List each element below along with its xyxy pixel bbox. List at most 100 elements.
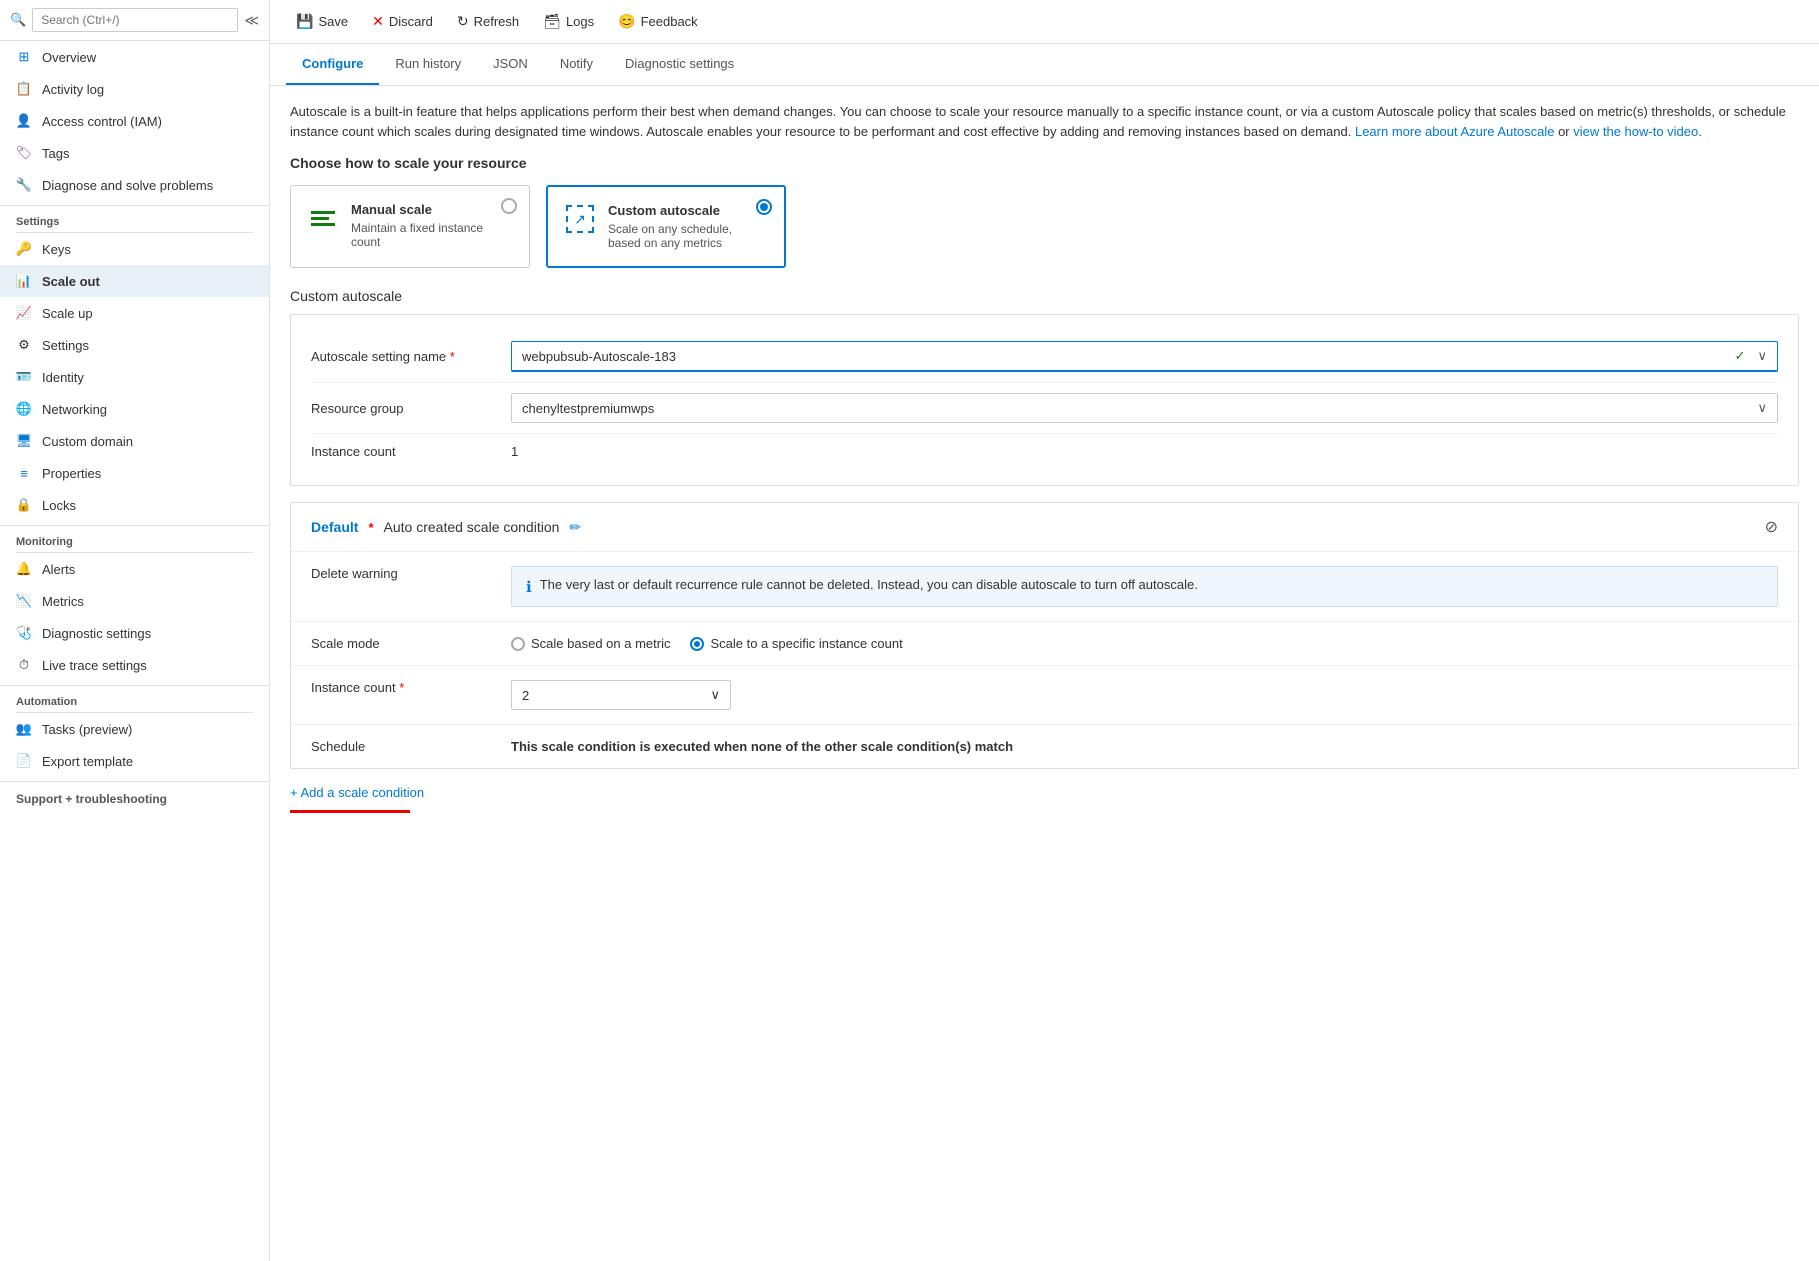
autoscale-name-select[interactable]: webpubsub-Autoscale-183 ✓ ∨ <box>511 341 1778 372</box>
refresh-button[interactable]: ↻ Refresh <box>447 8 529 35</box>
tab-notify[interactable]: Notify <box>544 44 609 85</box>
toolbar: 💾 Save ✕ Discard ↻ Refresh 🗃 Logs 😊 Feed… <box>270 0 1819 44</box>
choose-scale-title: Choose how to scale your resource <box>290 155 1799 171</box>
manual-scale-card[interactable]: Manual scale Maintain a fixed instance c… <box>290 185 530 268</box>
add-scale-condition-link[interactable]: + Add a scale condition <box>290 785 1799 800</box>
tab-json[interactable]: JSON <box>477 44 544 85</box>
wrench-icon: 🔧 <box>16 177 32 193</box>
save-icon: 💾 <box>296 13 313 30</box>
sidebar-item-custom-domain[interactable]: 🖥 Custom domain <box>0 425 269 457</box>
manual-lines-icon <box>311 211 335 226</box>
logs-button[interactable]: 🗃 Logs <box>533 8 604 35</box>
learn-more-link[interactable]: Learn more about Azure Autoscale <box>1355 124 1554 139</box>
sidebar-item-live-trace[interactable]: ⏱ Live trace settings <box>0 649 269 681</box>
scale-instance-radio[interactable] <box>690 637 704 651</box>
resource-group-select[interactable]: chenyltestpremiumwps ∨ <box>511 393 1778 423</box>
refresh-icon: ↻ <box>457 13 469 30</box>
sidebar-item-metrics[interactable]: 📉 Metrics <box>0 585 269 617</box>
sidebar-item-label: Diagnostic settings <box>42 626 151 641</box>
resource-group-value[interactable]: chenyltestpremiumwps ∨ <box>511 393 1778 423</box>
sidebar-item-diagnostic-settings[interactable]: 🩺 Diagnostic settings <box>0 617 269 649</box>
custom-autoscale-body: Custom autoscale Scale on any schedule, … <box>608 203 768 250</box>
search-icon: 🔍 <box>10 12 26 28</box>
collapse-button[interactable]: ≪ <box>244 12 259 29</box>
domain-icon: 🖥 <box>16 433 32 449</box>
search-input[interactable] <box>32 8 238 32</box>
sidebar-item-identity[interactable]: 🪪 Identity <box>0 361 269 393</box>
custom-autoscale-subtitle: Scale on any schedule, based on any metr… <box>608 222 768 250</box>
save-button[interactable]: 💾 Save <box>286 8 358 35</box>
scale-metric-radio[interactable] <box>511 637 525 651</box>
sidebar-item-access-control[interactable]: 👤 Access control (IAM) <box>0 105 269 137</box>
sidebar-item-label: Keys <box>42 242 71 257</box>
sidebar-item-label: Access control (IAM) <box>42 114 162 129</box>
custom-autoscale-icon: ↗ <box>564 203 596 235</box>
scale-instance-option[interactable]: Scale to a specific instance count <box>690 636 902 651</box>
content-area: Autoscale is a built-in feature that hel… <box>270 86 1819 1261</box>
sidebar-item-tasks[interactable]: 👥 Tasks (preview) <box>0 713 269 745</box>
sidebar-item-export-template[interactable]: 📄 Export template <box>0 745 269 777</box>
sidebar-item-settings[interactable]: ⚙ Settings <box>0 329 269 361</box>
sidebar-item-label: Custom domain <box>42 434 133 449</box>
sidebar-item-label: Settings <box>42 338 89 353</box>
tab-diagnostic-settings[interactable]: Diagnostic settings <box>609 44 750 85</box>
manual-scale-subtitle: Maintain a fixed instance count <box>351 221 513 249</box>
condition-header: Default * Auto created scale condition ✏… <box>291 503 1798 552</box>
bell-icon: 🔔 <box>16 561 32 577</box>
sidebar-item-networking[interactable]: 🌐 Networking <box>0 393 269 425</box>
custom-autoscale-radio[interactable] <box>756 199 772 215</box>
settings-icon: ⚙ <box>16 337 32 353</box>
sidebar-item-scale-up[interactable]: 📈 Scale up <box>0 297 269 329</box>
how-to-video-link[interactable]: view the how-to video <box>1573 124 1698 139</box>
edit-icon[interactable]: ✏ <box>569 519 581 536</box>
tab-run-history[interactable]: Run history <box>379 44 477 85</box>
identity-icon: 🪪 <box>16 369 32 385</box>
manual-scale-radio[interactable] <box>501 198 517 214</box>
sidebar-item-alerts[interactable]: 🔔 Alerts <box>0 553 269 585</box>
sidebar-item-scale-out[interactable]: 📊 Scale out <box>0 265 269 297</box>
feedback-button[interactable]: 😊 Feedback <box>608 8 708 35</box>
condition-instance-value[interactable]: 2 ∨ <box>511 680 1778 710</box>
custom-autoscale-title: Custom autoscale <box>608 203 768 218</box>
default-label: Default <box>311 519 358 535</box>
condition-instance-count-row: Instance count * 2 ∨ <box>291 666 1798 725</box>
sidebar-item-diagnose[interactable]: 🔧 Diagnose and solve problems <box>0 169 269 201</box>
logs-icon: 🗃 <box>543 13 561 30</box>
chart-icon: 📉 <box>16 593 32 609</box>
discard-button[interactable]: ✕ Discard <box>362 8 443 35</box>
sidebar-item-locks[interactable]: 🔒 Locks <box>0 489 269 521</box>
autoscale-name-value[interactable]: webpubsub-Autoscale-183 ✓ ∨ <box>511 341 1778 372</box>
instance-count-row: Instance count 1 <box>311 434 1778 469</box>
sidebar-item-label: Diagnose and solve problems <box>42 178 213 193</box>
sidebar-item-keys[interactable]: 🔑 Keys <box>0 233 269 265</box>
condition-instance-label: Instance count * <box>311 680 511 695</box>
monitoring-section-label: Monitoring <box>0 525 269 552</box>
scale-metric-option[interactable]: Scale based on a metric <box>511 636 670 651</box>
schedule-row: Schedule This scale condition is execute… <box>291 725 1798 768</box>
instance-count-value: 1 <box>511 444 1778 459</box>
disable-condition-button[interactable]: ⊘ <box>1765 517 1778 537</box>
sidebar-item-label: Activity log <box>42 82 104 97</box>
condition-body: Delete warning ℹ The very last or defaul… <box>291 552 1798 768</box>
sidebar-item-overview[interactable]: ⊞ Overview <box>0 41 269 73</box>
custom-autoscale-card[interactable]: ↗ Custom autoscale Scale on any schedule… <box>546 185 786 268</box>
custom-autoscale-label: Custom autoscale <box>290 288 1799 304</box>
key-icon: 🔑 <box>16 241 32 257</box>
diagnostic-icon: 🩺 <box>16 625 32 641</box>
chevron-down-icon: ∨ <box>710 687 720 703</box>
log-icon: 📋 <box>16 81 32 97</box>
tag-icon: 🏷 <box>16 145 32 161</box>
sidebar-item-tags[interactable]: 🏷 Tags <box>0 137 269 169</box>
sidebar-item-properties[interactable]: ≡ Properties <box>0 457 269 489</box>
search-bar: 🔍 ≪ <box>0 0 269 41</box>
chevron-down-icon: ∨ <box>1757 348 1767 364</box>
trace-icon: ⏱ <box>16 657 32 673</box>
tab-bar: Configure Run history JSON Notify Diagno… <box>270 44 1819 86</box>
sidebar-item-activity-log[interactable]: 📋 Activity log <box>0 73 269 105</box>
schedule-label: Schedule <box>311 739 511 754</box>
chevron-down-icon: ∨ <box>1757 400 1767 416</box>
sidebar-item-label: Scale up <box>42 306 93 321</box>
instance-count-select[interactable]: 2 ∨ <box>511 680 731 710</box>
tab-configure[interactable]: Configure <box>286 44 379 85</box>
scale-mode-options: Scale based on a metric Scale to a speci… <box>511 636 1778 651</box>
